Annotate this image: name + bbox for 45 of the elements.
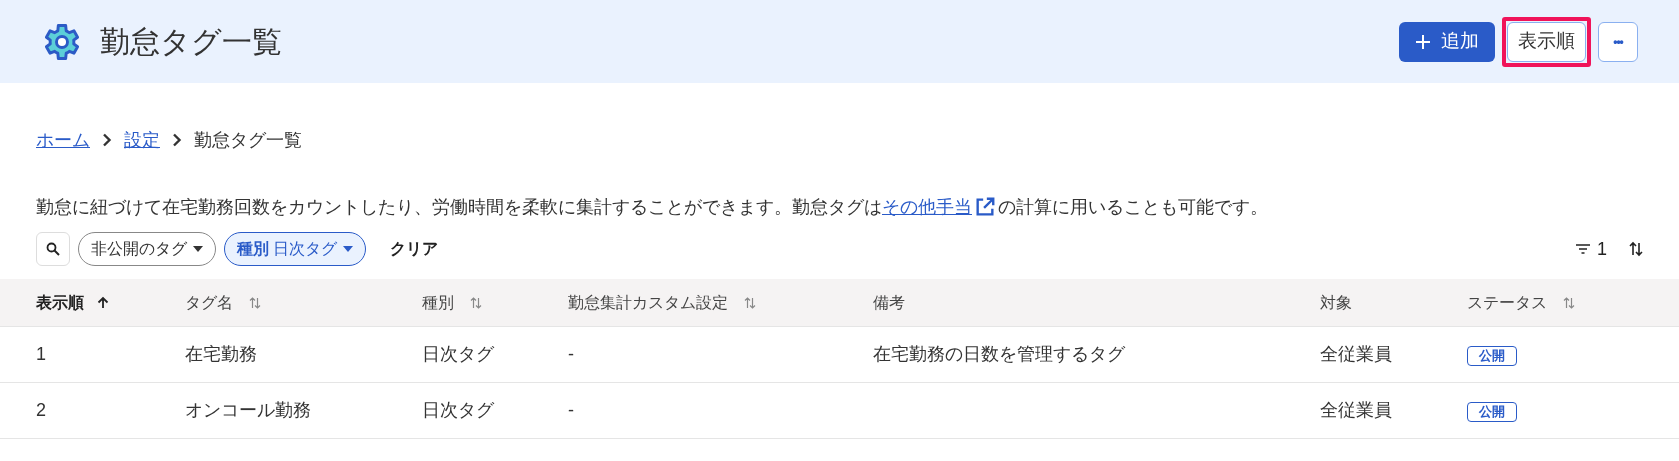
status-badge: 公開 [1467, 402, 1517, 422]
caret-icon [193, 246, 203, 252]
table-cell: 在宅勤務の日数を管理するタグ [873, 344, 1125, 364]
sort-ascending-icon[interactable] [96, 295, 110, 310]
table-cell: 日次タグ [422, 344, 494, 364]
filter-chip[interactable]: 非公開のタグ [78, 232, 216, 266]
table-cell: 1 [36, 344, 46, 364]
table-cell: - [568, 400, 574, 420]
sort-icon[interactable] [1629, 241, 1643, 257]
table-cell: 2 [36, 400, 46, 420]
column-header: 対象 [1320, 292, 1352, 313]
description-text: 勤怠に紐づけて在宅勤務回数をカウントしたり、労働時間を柔軟に集計することができます。勤怠タグは [36, 195, 882, 219]
display-order-button[interactable]: 表示順 [1507, 21, 1586, 62]
table-cell: 全従業員 [1320, 400, 1392, 420]
breadcrumb-link[interactable]: ホーム [36, 126, 90, 154]
search-button[interactable] [36, 232, 70, 266]
filter-count: 1 [1597, 237, 1607, 261]
column-header: 勤怠集計カスタム設定 [568, 292, 728, 313]
table-cell: - [568, 344, 574, 364]
more-button[interactable]: ••• [1598, 21, 1638, 62]
clear-button[interactable]: クリア [390, 237, 439, 261]
status-badge: 公開 [1467, 346, 1517, 366]
table-cell: オンコール勤務 [185, 400, 311, 420]
column-header: 備考 [873, 292, 905, 313]
external-link-icon [974, 196, 996, 218]
chevron-right-icon [172, 133, 182, 147]
add-button[interactable]: 追加 [1399, 21, 1495, 62]
column-header: タグ名 [185, 292, 233, 313]
chevron-right-icon [102, 133, 112, 147]
plus-icon [1415, 33, 1431, 50]
allowance-link[interactable]: その他手当 [882, 193, 972, 221]
filter-icon [1575, 243, 1591, 255]
table-cell: 在宅勤務 [185, 344, 257, 364]
table-cell: 日次タグ [422, 400, 494, 420]
caret-icon [343, 246, 354, 252]
search-icon [46, 242, 60, 256]
breadcrumb-current: 勤怠タグ一覧 [194, 128, 302, 152]
column-header: 種別 [422, 292, 454, 313]
breadcrumb-link[interactable]: 設定 [124, 126, 160, 154]
column-header: ステータス [1467, 292, 1547, 313]
column-header: 表示順 [36, 292, 84, 313]
filter-chip[interactable]: 種別 日次タグ [224, 232, 367, 266]
description-text: の計算に用いることも可能です。 [998, 195, 1268, 219]
page-title: 勤怠タグ一覧 [100, 24, 282, 60]
table-cell: 全従業員 [1320, 344, 1392, 364]
